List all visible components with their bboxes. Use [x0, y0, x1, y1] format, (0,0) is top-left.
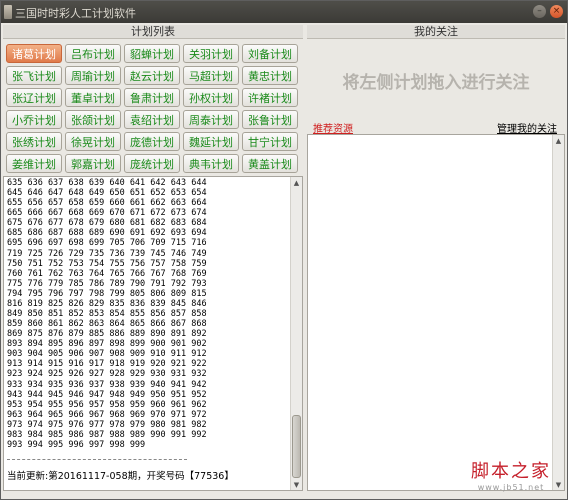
- plan-button[interactable]: 庞德计划: [124, 132, 180, 151]
- log-line: 794 795 796 797 798 799 805 806 809 815: [7, 288, 207, 299]
- close-button[interactable]: ×: [550, 5, 563, 18]
- plan-button[interactable]: 周泰计划: [183, 110, 239, 129]
- log-line: 993 994 995 996 997 998 999: [7, 440, 146, 451]
- log-line: 869 875 876 879 885 886 889 890 891 892: [7, 329, 207, 340]
- plan-button[interactable]: 诸葛计划: [6, 44, 62, 63]
- app-icon: [4, 5, 12, 19]
- plan-button[interactable]: 关羽计划: [183, 44, 239, 63]
- log-scrollbar[interactable]: ▲ ▼: [290, 177, 302, 490]
- app-window: 三国时时彩人工计划软件 – × 计划列表 我的关注 诸葛计划 吕布计划 貂蝉计划 关羽…: [0, 0, 568, 500]
- scroll-up-icon[interactable]: ▲: [553, 135, 564, 146]
- log-line: 760 761 762 763 764 765 766 767 768 769: [7, 268, 207, 279]
- log-line: 903 904 905 906 907 908 909 910 911 912: [7, 349, 207, 360]
- log-line: 775 776 779 785 786 789 790 791 792 793: [7, 278, 207, 289]
- plan-button[interactable]: 吕布计划: [65, 44, 121, 63]
- plan-button[interactable]: 黄忠计划: [242, 66, 298, 85]
- scroll-down-icon[interactable]: ▼: [291, 479, 302, 490]
- log-line: 849 850 851 852 853 854 855 856 857 858: [7, 309, 207, 320]
- plan-button[interactable]: 小乔计划: [6, 110, 62, 129]
- follow-list-scrollbar[interactable]: ▲ ▼: [552, 135, 564, 490]
- log-line: 893 894 895 896 897 898 899 900 901 902: [7, 339, 207, 350]
- update-status: 当前更新:第20161117-058期，开奖号码【77536】: [7, 471, 234, 482]
- plan-button[interactable]: 郭嘉计划: [65, 154, 121, 173]
- log-text: 635 636 637 638 639 640 641 642 643 644 6…: [7, 178, 289, 450]
- plan-button[interactable]: 张绣计划: [6, 132, 62, 151]
- plan-button[interactable]: 黄盖计划: [242, 154, 298, 173]
- plan-button[interactable]: 张鲁计划: [242, 110, 298, 129]
- plan-button[interactable]: 许褚计划: [242, 88, 298, 107]
- scroll-up-icon[interactable]: ▲: [291, 177, 302, 188]
- drop-hint: 将左侧计划拖入进行关注: [342, 73, 530, 93]
- plan-list-header: 计划列表: [3, 25, 303, 39]
- plan-button[interactable]: 张飞计划: [6, 66, 62, 85]
- plan-button[interactable]: 张辽计划: [6, 88, 62, 107]
- log-panel[interactable]: 635 636 637 638 639 640 641 642 643 644 6…: [3, 176, 303, 491]
- site-watermark: 脚本之家 www.jb51.net: [461, 457, 561, 492]
- plan-button[interactable]: 庞统计划: [124, 154, 180, 173]
- plan-button[interactable]: 周瑜计划: [65, 66, 121, 85]
- log-line: 695 696 697 698 699 705 706 709 715 716: [7, 238, 207, 249]
- log-line: 963 964 965 966 967 968 969 970 971 972: [7, 409, 207, 420]
- log-line: 933 934 935 936 937 938 939 940 941 942: [7, 379, 207, 390]
- scroll-thumb[interactable]: [292, 415, 301, 478]
- plan-button[interactable]: 董卓计划: [65, 88, 121, 107]
- minimize-button[interactable]: –: [533, 5, 546, 18]
- plan-button[interactable]: 袁绍计划: [124, 110, 180, 129]
- watermark-url: www.jb51.net: [477, 483, 545, 492]
- plan-button[interactable]: 鲁肃计划: [124, 88, 180, 107]
- plan-button[interactable]: 张颌计划: [65, 110, 121, 129]
- log-line: 859 860 861 862 863 864 865 866 867 868: [7, 319, 207, 330]
- log-line: 719 725 726 729 735 736 739 745 746 749: [7, 248, 207, 259]
- watermark-text: 脚本之家: [471, 461, 551, 482]
- log-line: 685 686 687 688 689 690 691 692 693 694: [7, 228, 207, 239]
- log-divider: [7, 459, 187, 460]
- plan-button[interactable]: 姜维计划: [6, 154, 62, 173]
- plan-button[interactable]: 魏延计划: [183, 132, 239, 151]
- plan-button[interactable]: 甘宁计划: [242, 132, 298, 151]
- log-line: 923 924 925 926 927 928 929 930 931 932: [7, 369, 207, 380]
- plan-button[interactable]: 貂蝉计划: [124, 44, 180, 63]
- plan-button[interactable]: 刘备计划: [242, 44, 298, 63]
- manage-follow-link[interactable]: 管理我的关注: [497, 120, 557, 135]
- log-line: 655 656 657 658 659 660 661 662 663 664: [7, 198, 207, 209]
- log-line: 665 666 667 668 669 670 671 672 673 674: [7, 208, 207, 219]
- log-line: 635 636 637 638 639 640 641 642 643 644: [7, 178, 207, 188]
- log-line: 953 954 955 956 957 958 959 960 961 962: [7, 399, 207, 410]
- plan-button[interactable]: 徐晃计划: [65, 132, 121, 151]
- my-follow-header: 我的关注: [307, 25, 565, 39]
- log-line: 973 974 975 976 977 978 979 980 981 982: [7, 419, 207, 430]
- plan-button[interactable]: 赵云计划: [124, 66, 180, 85]
- log-line: 645 646 647 648 649 650 651 652 653 654: [7, 188, 207, 199]
- log-line: 943 944 945 946 947 948 949 950 951 952: [7, 389, 207, 400]
- log-line: 913 914 915 916 917 918 919 920 921 922: [7, 359, 207, 370]
- follow-list[interactable]: ▲ ▼: [307, 134, 565, 491]
- log-line: 816 819 825 826 829 835 836 839 845 846: [7, 298, 207, 309]
- log-line: 750 751 752 753 754 755 756 757 758 759: [7, 258, 207, 269]
- title-bar[interactable]: 三国时时彩人工计划软件 – ×: [1, 1, 567, 23]
- log-line: 983 984 985 986 987 988 989 990 991 992: [7, 429, 207, 440]
- log-line: 675 676 677 678 679 680 681 682 683 684: [7, 218, 207, 229]
- plan-button[interactable]: 孙权计划: [183, 88, 239, 107]
- plan-button[interactable]: 典韦计划: [183, 154, 239, 173]
- recommend-resources-link[interactable]: 推荐资源: [313, 120, 353, 135]
- window-title: 三国时时彩人工计划软件: [15, 7, 136, 20]
- plan-button[interactable]: 马超计划: [183, 66, 239, 85]
